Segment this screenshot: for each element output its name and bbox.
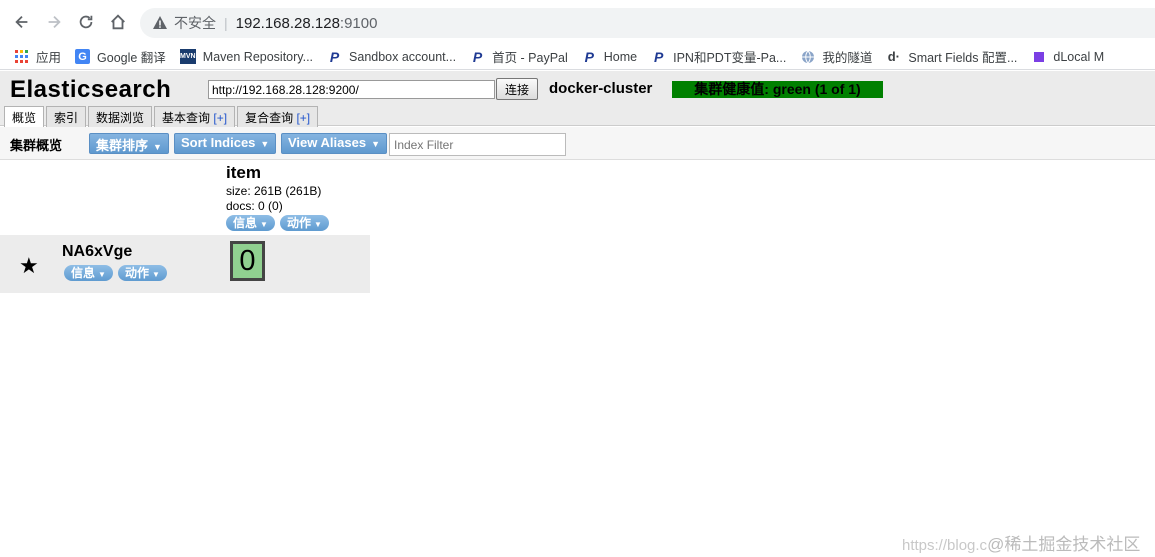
bookmark-label: Sandbox account...	[349, 49, 457, 64]
globe-icon	[800, 49, 815, 64]
warning-triangle-icon	[153, 16, 167, 29]
node-name: NA6xVge	[62, 243, 133, 260]
browser-toolbar: 不安全 | 192.168.28.128:9100	[0, 0, 1155, 44]
button-label: 动作	[124, 266, 149, 280]
bookmarks-bar: 应用 G Google 翻译 MVN Maven Repository... P…	[0, 44, 1155, 70]
button-label: View Aliases	[288, 135, 367, 150]
index-info-button[interactable]: 信息 ▼	[226, 215, 275, 231]
bookmark-sandbox[interactable]: P Sandbox account...	[327, 48, 457, 65]
sort-cluster-button[interactable]: 集群排序 ▼	[89, 133, 169, 154]
watermark: https://blog.c@稀土掘金技术社区	[902, 530, 1140, 555]
button-label: 动作	[286, 216, 311, 230]
reload-icon[interactable]	[70, 6, 102, 38]
apps-grid-icon	[14, 49, 29, 64]
dlocal-icon: d·	[887, 49, 900, 64]
tab-label: 索引	[54, 111, 79, 125]
watermark-text: @稀土掘金技术社区	[987, 535, 1141, 554]
back-arrow-icon[interactable]	[6, 6, 38, 38]
caret-down-icon: ▼	[260, 220, 268, 229]
tab-label: 概览	[12, 111, 37, 125]
bookmark-label: IPN和PDT变量-Pa...	[673, 51, 787, 65]
bookmark-label: Smart Fields 配置...	[908, 51, 1018, 65]
tab-indices[interactable]: 索引	[46, 106, 87, 127]
bookmark-label: 应用	[36, 51, 62, 65]
button-label: 信息	[71, 266, 96, 280]
button-label: Sort Indices	[181, 135, 256, 150]
main-tabs: 概览 索引 数据浏览 基本查询 [+] 复合查询 [+]	[4, 106, 320, 127]
tab-basic-query[interactable]: 基本查询 [+]	[154, 106, 236, 127]
paypal-icon: P	[653, 48, 664, 65]
es-header: Elasticsearch 连接 docker-cluster 集群健康值: g…	[0, 71, 1155, 127]
bookmark-label: 我的隧道	[822, 51, 873, 65]
button-label: 集群排序	[96, 138, 149, 153]
paypal-icon: P	[584, 48, 594, 65]
bookmark-ipn[interactable]: P IPN和PDT变量-Pa...	[651, 47, 786, 66]
bookmark-tunnel[interactable]: 我的隧道	[800, 47, 872, 66]
master-star-icon: ★	[19, 253, 39, 278]
node-info-button[interactable]: 信息 ▼	[64, 265, 113, 281]
tab-add-link[interactable]: [+]	[213, 111, 227, 125]
node-actions: 信息 ▼ 动作 ▼	[64, 265, 172, 281]
maven-icon: MVN	[179, 49, 196, 64]
button-label: 信息	[233, 216, 258, 230]
sort-indices-button[interactable]: Sort Indices ▼	[174, 133, 277, 154]
url-port: :9100	[339, 14, 378, 32]
tab-overview[interactable]: 概览	[4, 106, 45, 127]
caret-down-icon: ▼	[313, 220, 322, 229]
security-label: 不安全	[174, 15, 216, 31]
shard-box[interactable]: 0	[230, 241, 265, 281]
tab-browser[interactable]: 数据浏览	[88, 106, 153, 127]
tab-add-link[interactable]: [+]	[296, 111, 310, 125]
bookmark-label: dLocal M	[1053, 49, 1105, 64]
caret-down-icon: ▼	[153, 142, 162, 152]
tab-label: 复合查询	[245, 111, 294, 125]
bookmark-smart-fields[interactable]: d· Smart Fields 配置...	[886, 47, 1018, 66]
tab-label: 数据浏览	[96, 111, 145, 125]
paypal-icon: P	[329, 48, 340, 65]
cluster-name: docker-cluster	[549, 80, 653, 97]
paypal-icon: P	[472, 48, 483, 65]
divider: |	[224, 15, 228, 31]
index-action-button[interactable]: 动作 ▼	[279, 215, 329, 231]
index-name: item	[226, 163, 261, 182]
cluster-health-badge: 集群健康值: green (1 of 1)	[672, 81, 883, 98]
home-icon[interactable]	[102, 6, 134, 38]
index-size: size: 261B (261B)	[226, 184, 322, 198]
address-bar[interactable]: 不安全 | 192.168.28.128:9100	[140, 8, 1155, 38]
node-row: ★ NA6xVge 信息 ▼ 动作 ▼ 0	[0, 235, 370, 293]
connect-url-input[interactable]	[208, 80, 495, 99]
overview-toolbar: 集群概览 集群排序 ▼ Sort Indices ▼ View Aliases ▼	[0, 127, 1155, 160]
bookmark-label: Maven Repository...	[202, 49, 314, 64]
connect-button[interactable]: 连接	[496, 78, 538, 100]
caret-down-icon: ▼	[260, 139, 270, 149]
purple-square-icon	[1031, 49, 1046, 64]
bookmark-label: Home	[603, 49, 638, 64]
caret-down-icon: ▼	[151, 270, 160, 279]
watermark-url: https://blog.c	[902, 537, 988, 554]
caret-down-icon: ▼	[98, 270, 106, 279]
google-translate-icon: G	[75, 49, 91, 64]
bookmark-google-translate[interactable]: G Google 翻译	[75, 47, 166, 66]
index-docs: docs: 0 (0)	[226, 199, 283, 213]
bookmark-dlocal[interactable]: dLocal M	[1031, 49, 1104, 64]
index-filter-input[interactable]	[389, 133, 566, 156]
index-column-header: item size: 261B (261B) docs: 0 (0) 信息 ▼ 动…	[226, 163, 334, 231]
bookmark-maven[interactable]: MVN Maven Repository...	[179, 49, 314, 64]
bookmark-label: 首页 - PayPal	[492, 51, 568, 65]
forward-arrow-icon[interactable]	[38, 6, 70, 38]
tab-compound-query[interactable]: 复合查询 [+]	[237, 106, 319, 127]
bookmark-apps[interactable]: 应用	[14, 47, 61, 66]
node-action-button[interactable]: 动作 ▼	[117, 265, 167, 281]
caret-down-icon: ▼	[371, 139, 380, 149]
bookmark-home[interactable]: P Home	[582, 48, 638, 65]
url-host: 192.168.28.128	[235, 14, 340, 32]
index-actions: 信息 ▼ 动作 ▼	[226, 215, 334, 231]
bookmark-label: Google 翻译	[97, 51, 166, 65]
toolbar-title: 集群概览	[10, 138, 63, 153]
view-aliases-button[interactable]: View Aliases ▼	[281, 133, 387, 154]
app-title: Elasticsearch	[10, 76, 172, 103]
bookmark-paypal-home-cn[interactable]: P 首页 - PayPal	[470, 47, 568, 66]
tab-label: 基本查询	[162, 111, 211, 125]
